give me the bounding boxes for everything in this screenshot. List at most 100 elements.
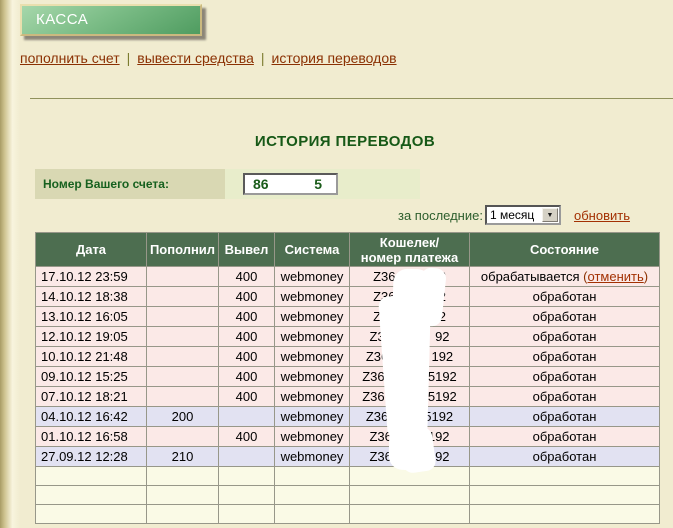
cell-deposit: 210 xyxy=(147,447,219,467)
cell-date: 13.10.12 16:05 xyxy=(36,307,147,327)
cell-withdraw: 400 xyxy=(219,307,275,327)
wallet-end: 92 xyxy=(435,329,449,344)
empty-table-row xyxy=(36,505,660,524)
status-action: (отменить) xyxy=(580,269,649,284)
nav-link-withdraw[interactable]: вывести средства xyxy=(137,50,254,66)
table-header-row: Дата Пополнил Вывел Система Кошелек/ ном… xyxy=(36,233,660,267)
cell-date: 09.10.12 15:25 xyxy=(36,367,147,387)
status-text: обработан xyxy=(533,289,597,304)
cell-deposit: 200 xyxy=(147,407,219,427)
status-text: обработан xyxy=(533,369,597,384)
header-deposit: Пополнил xyxy=(147,233,219,267)
status-text: обработан xyxy=(533,449,597,464)
account-value-box: 86 5 xyxy=(225,169,420,199)
table-row: 12.10.12 19:05400webmoneyZ36092обработан xyxy=(36,327,660,347)
table-row: 10.10.12 21:48400webmoneyZ366192обработа… xyxy=(36,347,660,367)
cancel-link[interactable]: отменить xyxy=(588,269,644,284)
cell-system: webmoney xyxy=(275,447,350,467)
banner-title: КАССА xyxy=(36,11,88,28)
header-system: Система xyxy=(275,233,350,267)
empty-table-row xyxy=(36,486,660,505)
refresh-link[interactable]: обновить xyxy=(574,208,630,223)
cell-withdraw: 400 xyxy=(219,267,275,287)
status-text: обработан xyxy=(533,309,597,324)
cell-system: webmoney xyxy=(275,327,350,347)
wallet-start: Z36 xyxy=(366,409,388,424)
table-row: 04.10.12 16:42200webmoneyZ365192обработа… xyxy=(36,407,660,427)
censor-blob xyxy=(398,426,437,474)
history-table: Дата Пополнил Вывел Система Кошелек/ ном… xyxy=(35,232,660,524)
cell-system: webmoney xyxy=(275,387,350,407)
cell-system: webmoney xyxy=(275,367,350,387)
cell-withdraw: 400 xyxy=(219,287,275,307)
page-title: ИСТОРИЯ ПЕРЕВОДОВ xyxy=(30,133,660,150)
header-wallet: Кошелек/ номер платежа xyxy=(350,233,470,267)
empty-table-row xyxy=(36,467,660,486)
period-select-value: 1 месяц xyxy=(487,208,542,222)
cell-date: 14.10.12 18:38 xyxy=(36,287,147,307)
cell-date: 10.10.12 21:48 xyxy=(36,347,147,367)
cell-status: обработан xyxy=(470,347,660,367)
period-select[interactable]: 1 месяц ▼ xyxy=(485,205,561,225)
cell-date: 01.10.12 16:58 xyxy=(36,427,147,447)
header-wallet-line2: номер платежа xyxy=(361,250,458,265)
cell-system: webmoney xyxy=(275,407,350,427)
period-filter: за последние: 1 месяц ▼ обновить xyxy=(398,205,630,225)
cell-system: webmoney xyxy=(275,307,350,327)
cell-deposit xyxy=(147,287,219,307)
section-banner: КАССА xyxy=(20,4,202,36)
history-table-body: 17.10.12 23:59400webmoneyZ3692обрабатыва… xyxy=(36,267,660,524)
status-text: обработан xyxy=(533,389,597,404)
wallet-end: 192 xyxy=(431,349,453,364)
period-label: за последние: xyxy=(398,208,483,223)
wallet-start: Z36 xyxy=(373,269,395,284)
header-status: Состояние xyxy=(470,233,660,267)
cell-deposit xyxy=(147,347,219,367)
header-withdraw: Вывел xyxy=(219,233,275,267)
account-number-input[interactable]: 86 5 xyxy=(243,173,338,195)
cell-deposit xyxy=(147,427,219,447)
cell-status: обработан xyxy=(470,287,660,307)
cell-system: webmoney xyxy=(275,267,350,287)
cell-withdraw: 400 xyxy=(219,367,275,387)
table-row: 14.10.12 18:38400webmoneyZ3692обработан xyxy=(36,287,660,307)
account-row: Номер Вашего счета: 86 5 xyxy=(35,169,420,199)
header-date: Дата xyxy=(36,233,147,267)
cell-date: 12.10.12 19:05 xyxy=(36,327,147,347)
cell-system: webmoney xyxy=(275,287,350,307)
nav-link-topup[interactable]: пополнить счет xyxy=(20,50,120,66)
cell-deposit xyxy=(147,307,219,327)
status-text: обработан xyxy=(533,329,597,344)
account-number-start: 86 xyxy=(253,176,269,192)
cell-status: обработан xyxy=(470,367,660,387)
nav-link-history[interactable]: история переводов xyxy=(272,50,397,66)
page: КАССА пополнить счет|вывести средства|ис… xyxy=(0,0,673,528)
nav-links: пополнить счет|вывести средства|история … xyxy=(20,50,397,66)
cell-withdraw xyxy=(219,447,275,467)
cell-status: обработан xyxy=(470,327,660,347)
cell-status: обработан xyxy=(470,427,660,447)
account-label: Номер Вашего счета: xyxy=(43,177,169,191)
cell-system: webmoney xyxy=(275,347,350,367)
cell-deposit xyxy=(147,327,219,347)
cell-status: обработан xyxy=(470,407,660,427)
divider xyxy=(30,98,673,99)
table-row: 09.10.12 15:25400webmoneyZ3665192обработ… xyxy=(36,367,660,387)
cell-status: обработан xyxy=(470,307,660,327)
account-number-end: 5 xyxy=(314,176,322,192)
cell-withdraw xyxy=(219,407,275,427)
cell-deposit xyxy=(147,267,219,287)
cell-date: 04.10.12 16:42 xyxy=(36,407,147,427)
nav-separator: | xyxy=(261,50,265,66)
chevron-down-icon[interactable]: ▼ xyxy=(542,208,558,222)
status-text: обработан xyxy=(533,349,597,364)
cell-status: обработан xyxy=(470,447,660,467)
account-label-box: Номер Вашего счета: xyxy=(35,169,225,199)
table-row: 13.10.12 16:05400webmoneyZ3692обработан xyxy=(36,307,660,327)
cell-date: 07.10.12 18:21 xyxy=(36,387,147,407)
page-left-border xyxy=(0,0,20,528)
status-text: обработан xyxy=(533,409,597,424)
cell-deposit xyxy=(147,367,219,387)
cell-system: webmoney xyxy=(275,427,350,447)
cell-withdraw: 400 xyxy=(219,387,275,407)
